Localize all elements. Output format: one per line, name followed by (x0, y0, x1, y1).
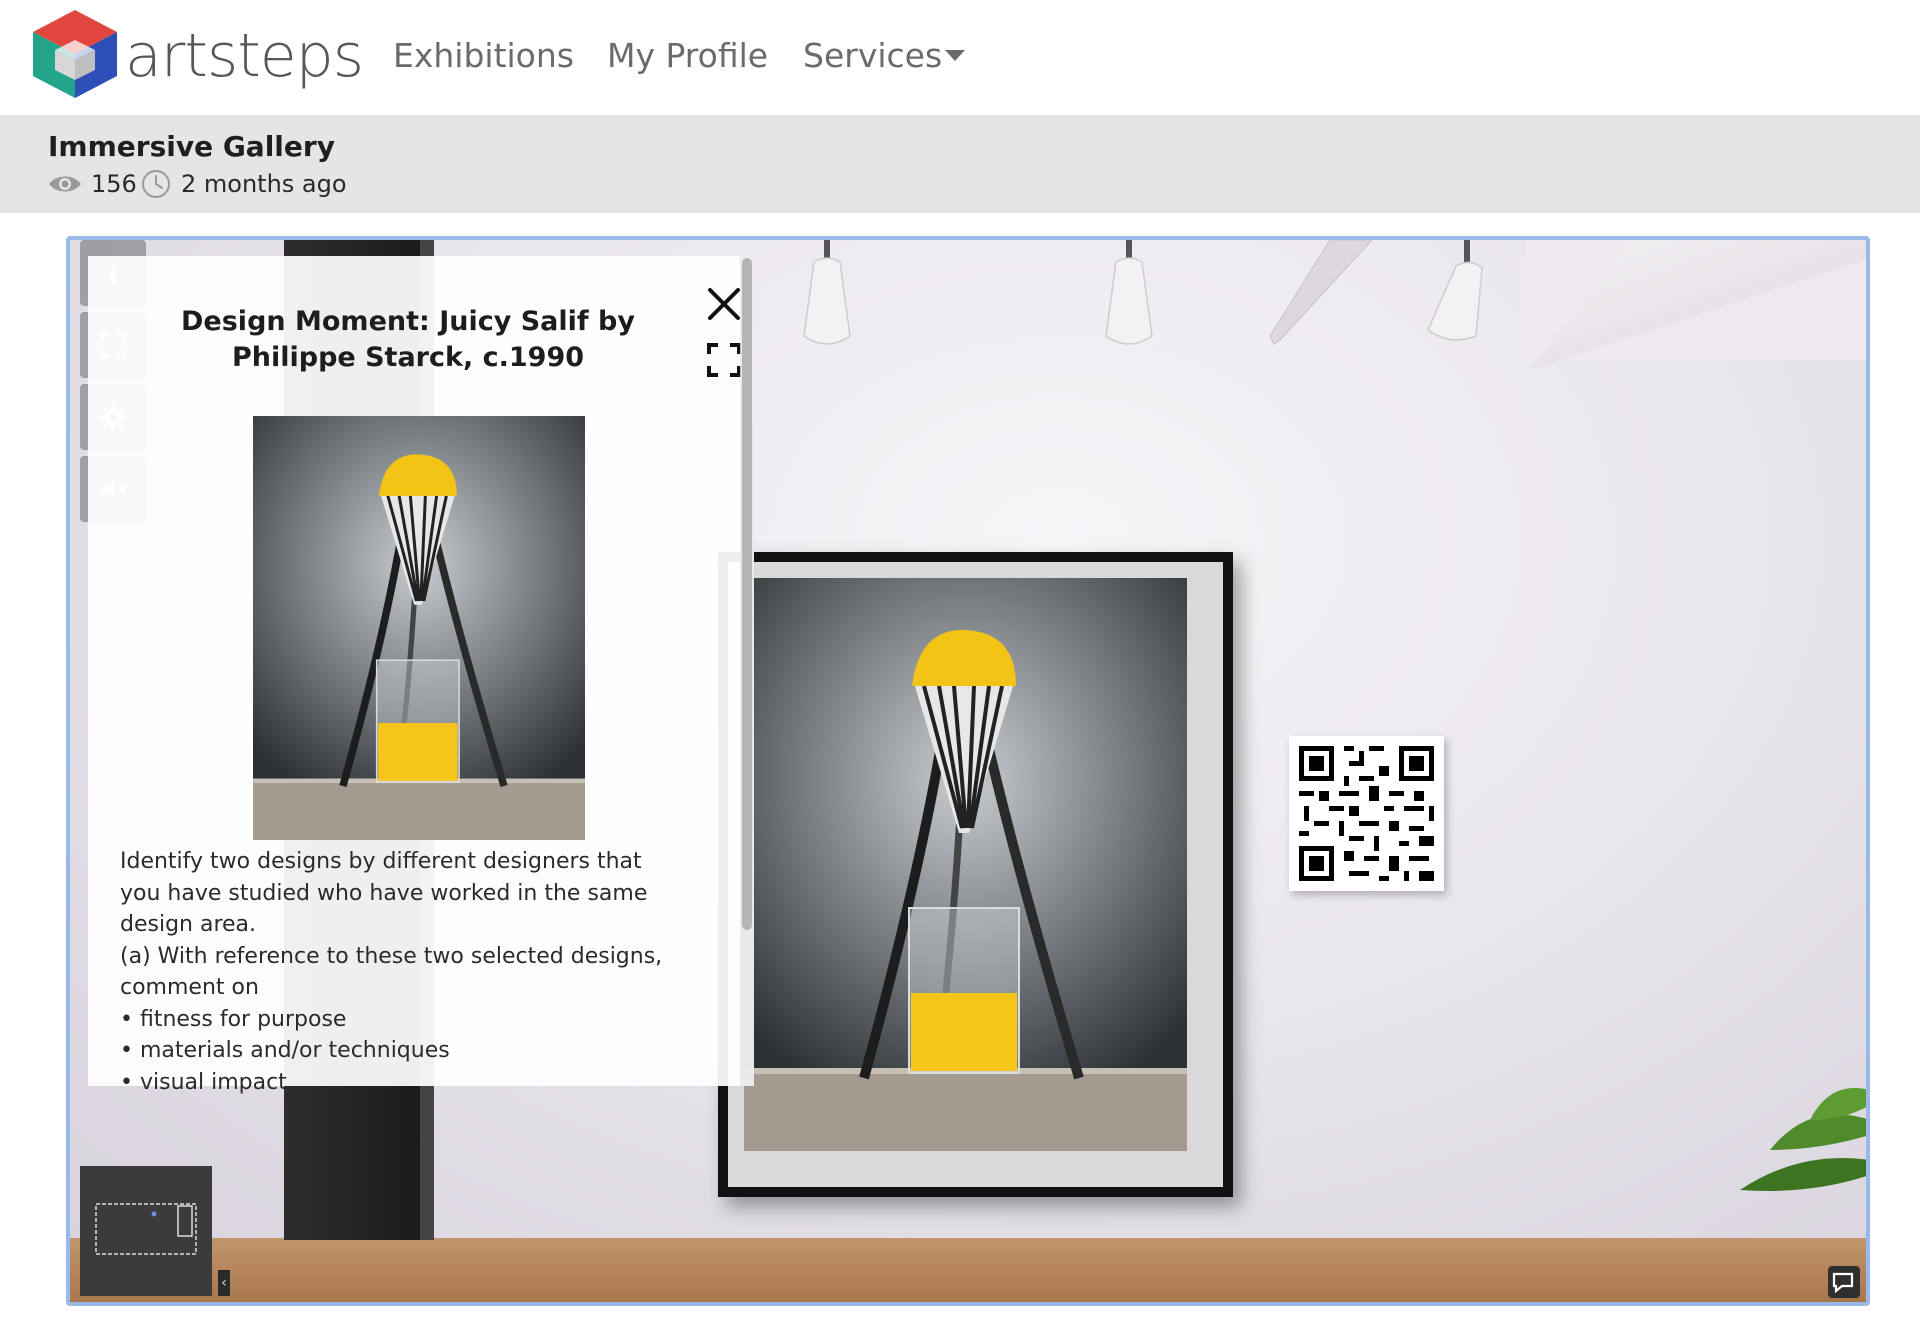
spotlight-icon (803, 240, 851, 345)
exhibition-title: Immersive Gallery (48, 130, 335, 163)
close-icon[interactable] (704, 284, 744, 324)
view-count: 156 (91, 170, 137, 198)
posted-time: 2 months ago (181, 170, 347, 198)
panel-scrollbar-thumb[interactable] (742, 258, 752, 930)
expand-icon[interactable] (706, 342, 742, 378)
brand-name[interactable]: artsteps (125, 18, 364, 94)
artwork-thumbnail (253, 416, 585, 840)
nav-exhibitions[interactable]: Exhibitions (393, 34, 574, 78)
nav-services[interactable]: Services (803, 34, 942, 78)
chevron-down-icon[interactable] (945, 50, 965, 61)
artwork-description: Identify two designs by different design… (120, 846, 680, 1098)
artwork-title: Design Moment: Juicy Salif by Philippe S… (181, 306, 635, 373)
juicy-salif-artwork[interactable] (744, 578, 1187, 1151)
chevron-left-icon[interactable]: ‹ (218, 1270, 230, 1296)
chat-button[interactable] (1828, 1266, 1860, 1298)
nav-my-profile[interactable]: My Profile (607, 34, 768, 78)
spotlight-icon (1105, 240, 1153, 345)
wooden-floor (70, 1238, 1866, 1302)
minimap-floorplan (95, 1203, 197, 1255)
top-navigation: artsteps Exhibitions My Profile Services (0, 0, 1920, 115)
clock-icon (142, 170, 170, 198)
artwork-frame[interactable] (718, 552, 1233, 1197)
artsteps-logo-icon[interactable] (33, 10, 117, 98)
qr-code[interactable] (1289, 736, 1444, 891)
qr-code-icon (1289, 736, 1444, 891)
track-rail (1269, 240, 1373, 345)
description-bullet: • fitness for purpose (120, 1006, 347, 1032)
exhibition-header: Immersive Gallery 156 2 months ago (0, 115, 1920, 213)
minimap[interactable] (80, 1166, 212, 1296)
chat-icon (1832, 1272, 1854, 1294)
description-line: (a) With reference to these two selected… (120, 943, 663, 1001)
description-bullet: • materials and/or techniques (120, 1038, 450, 1063)
gallery-scene[interactable]: Design Moment: Juicy Salif by Philippe S… (70, 240, 1866, 1302)
plant-leaves (1740, 1088, 1866, 1191)
juicer-image (744, 578, 1187, 1151)
juicer-thumbnail-image (253, 416, 585, 840)
gallery-3d-viewer[interactable]: Design Moment: Juicy Salif by Philippe S… (66, 236, 1870, 1306)
spotlight-icon (1427, 240, 1483, 341)
description-line: Identify two designs by different design… (120, 849, 648, 937)
eye-icon (49, 176, 81, 192)
artwork-info-panel: Design Moment: Juicy Salif by Philippe S… (88, 256, 754, 1095)
description-bullet: • visual impact. (120, 1069, 294, 1095)
